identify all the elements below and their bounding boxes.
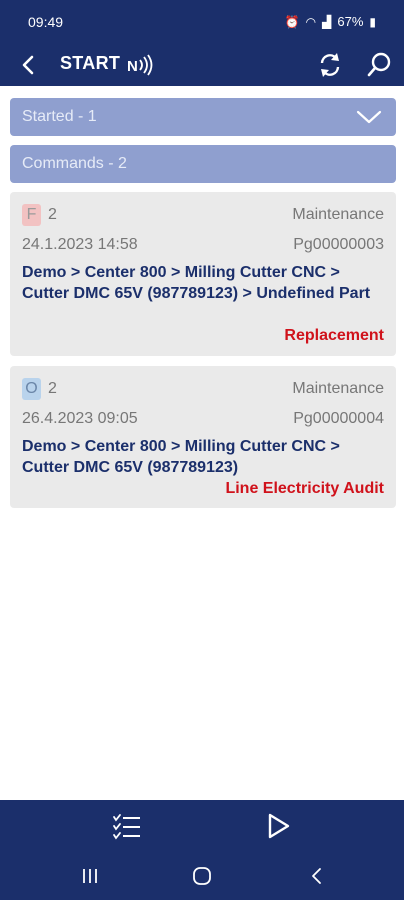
- battery-text: 67%: [337, 14, 364, 29]
- command-card[interactable]: O 2 Maintenance 26.4.2023 09:05 Pg000000…: [10, 366, 396, 508]
- card-count: 2: [48, 380, 57, 397]
- card-action: Replacement: [284, 327, 384, 344]
- status-icons: ⏰ ◠ ▟ 67% ▮: [285, 14, 376, 29]
- section-commands[interactable]: Commands - 2: [10, 145, 396, 183]
- card-type: Maintenance: [292, 380, 384, 397]
- back-nav-icon[interactable]: [305, 866, 329, 886]
- search-icon[interactable]: [365, 50, 393, 80]
- nfc-icon[interactable]: N: [125, 53, 155, 77]
- system-nav-bar: [0, 852, 404, 900]
- priority-badge: F: [22, 204, 41, 226]
- card-count: 2: [48, 206, 57, 223]
- page-title: START: [60, 53, 121, 73]
- battery-icon: ▮: [369, 14, 376, 29]
- card-date: 26.4.2023 09:05: [22, 410, 138, 427]
- alarm-icon: ⏰: [284, 14, 300, 29]
- app-bar: START N: [0, 44, 404, 86]
- card-code: Pg00000004: [293, 410, 384, 427]
- card-path: Demo > Center 800 > Milling Cutter CNC >…: [22, 438, 340, 476]
- bottom-action-bar: [0, 800, 404, 852]
- back-arrow-icon[interactable]: [16, 50, 40, 80]
- checklist-icon[interactable]: [112, 812, 142, 840]
- section-commands-label: Commands - 2: [22, 155, 127, 172]
- recent-apps-icon[interactable]: [78, 866, 102, 886]
- svg-text:N: N: [127, 58, 138, 75]
- signal-icon: ▟: [322, 14, 332, 29]
- sync-icon[interactable]: [316, 50, 344, 80]
- card-type: Maintenance: [292, 206, 384, 223]
- chevron-down-icon[interactable]: [356, 108, 382, 126]
- card-path: Demo > Center 800 > Milling Cutter CNC >…: [22, 264, 371, 302]
- status-bar: 09:49 ⏰ ◠ ▟ 67% ▮: [0, 0, 404, 44]
- wifi-icon: ◠: [305, 14, 317, 29]
- play-icon[interactable]: [264, 812, 292, 840]
- priority-badge: O: [22, 378, 41, 400]
- card-action: Line Electricity Audit: [225, 480, 384, 497]
- card-date: 24.1.2023 14:58: [22, 236, 138, 253]
- home-icon[interactable]: [190, 866, 214, 886]
- command-card[interactable]: F 2 Maintenance 24.1.2023 14:58 Pg000000…: [10, 192, 396, 356]
- section-started-label: Started - 1: [22, 108, 97, 125]
- status-time: 09:49: [28, 14, 64, 30]
- section-started[interactable]: Started - 1: [10, 98, 396, 136]
- card-code: Pg00000003: [293, 236, 384, 253]
